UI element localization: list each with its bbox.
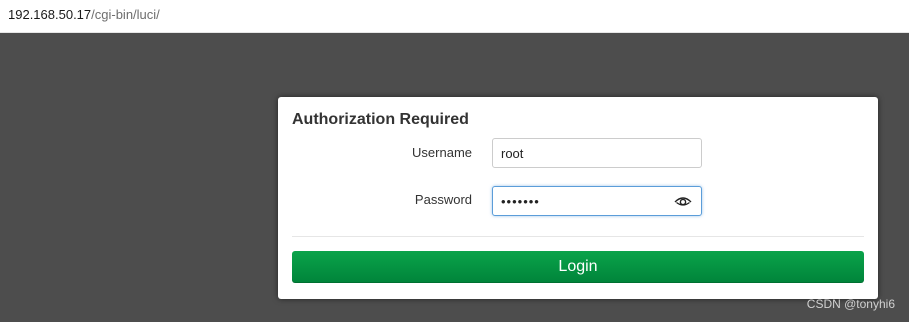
password-field[interactable] [492, 186, 702, 216]
dialog-title: Authorization Required [292, 111, 469, 128]
form-divider [292, 236, 864, 237]
login-dialog: Authorization Required Username Password… [278, 97, 878, 299]
url-text[interactable]: 192.168.50.17/cgi-bin/luci/ [8, 7, 160, 22]
login-button[interactable]: Login [292, 251, 864, 283]
password-label: Password [414, 192, 472, 207]
username-label: Username [412, 145, 472, 160]
url-path: /cgi-bin/luci/ [91, 7, 160, 22]
username-field[interactable] [492, 138, 702, 168]
url-host: 192.168.50.17 [8, 7, 92, 22]
address-bar[interactable]: 192.168.50.17/cgi-bin/luci/ [0, 0, 909, 33]
watermark: CSDN @tonyhi6 [806, 297, 895, 311]
eye-icon[interactable] [674, 193, 692, 209]
